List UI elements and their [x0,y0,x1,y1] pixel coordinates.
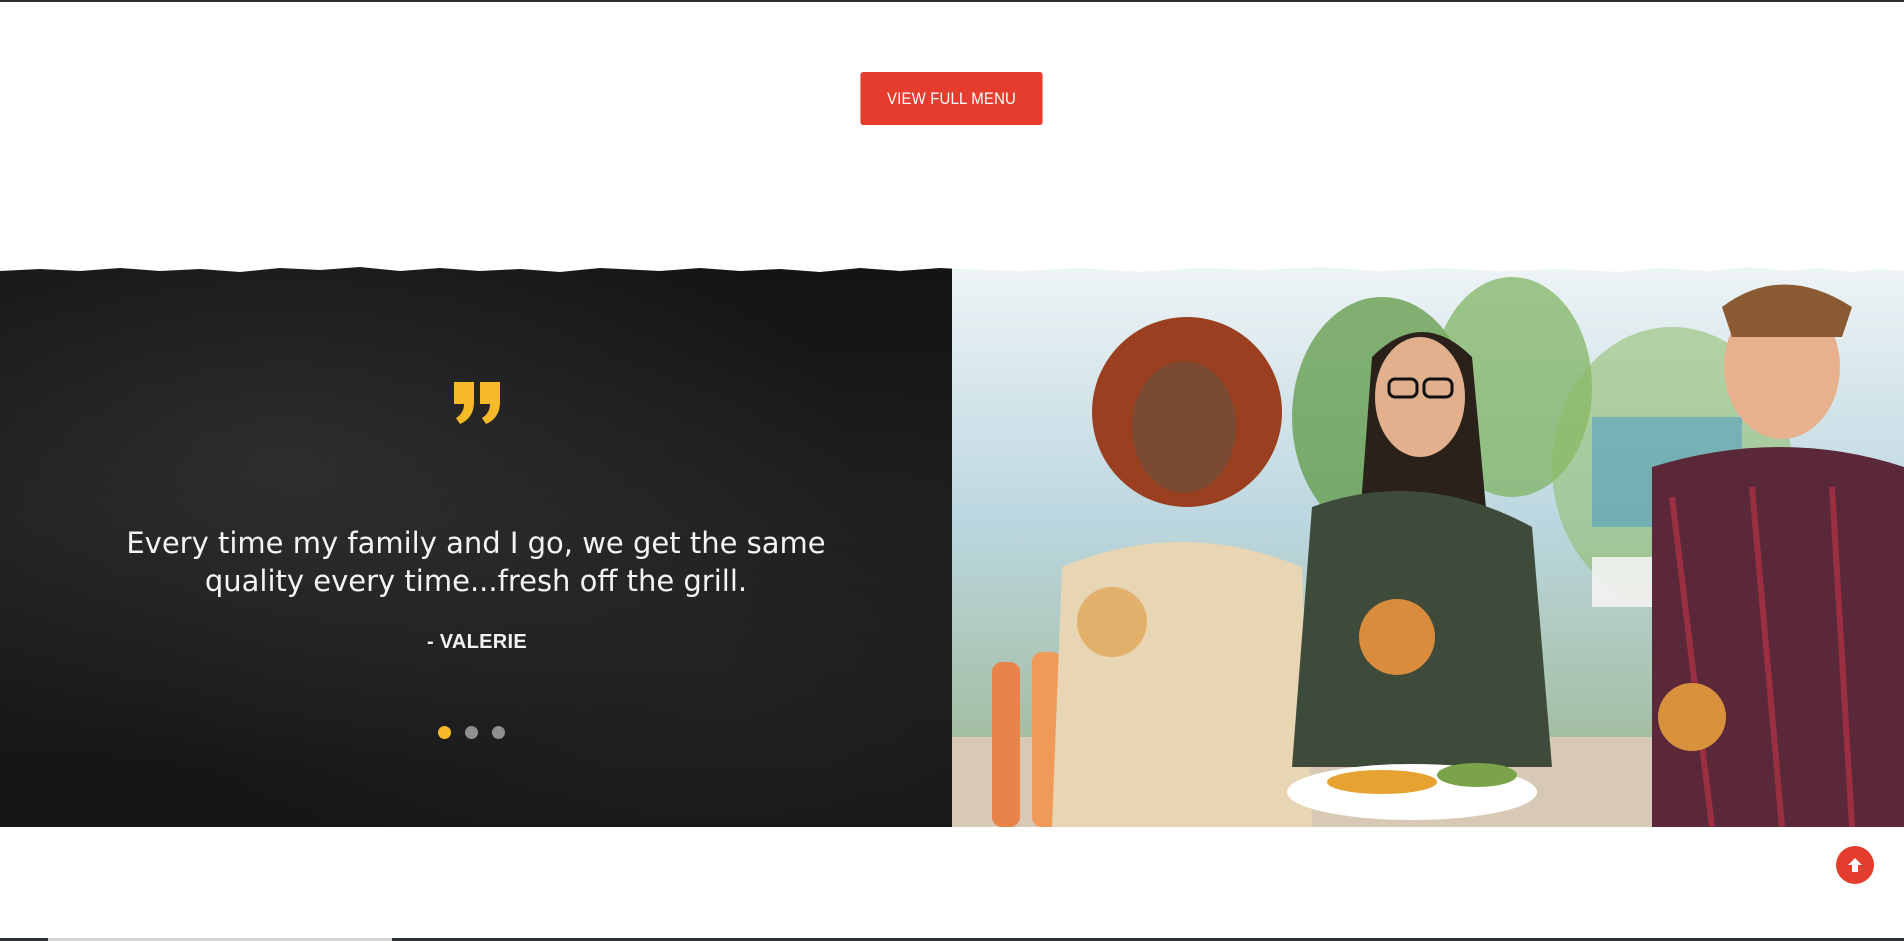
diners-illustration [952,267,1904,827]
torn-paper-edge [0,259,1904,272]
back-to-top-button[interactable] [1836,846,1874,884]
slider-dot-2[interactable] [465,726,478,739]
slider-dot-1[interactable] [438,726,451,739]
slider-dots [438,726,505,739]
slider-dot-3[interactable] [492,726,505,739]
top-divider [0,0,1904,2]
view-full-menu-button[interactable]: VIEW FULL MENU [860,72,1043,125]
testimonial-author: - VALERIE [426,631,528,653]
arrow-up-icon [1848,858,1862,872]
diners-photo [952,267,1904,827]
quote-icon [454,382,500,424]
testimonial-quote: Every time my family and I go, we get th… [126,526,826,598]
